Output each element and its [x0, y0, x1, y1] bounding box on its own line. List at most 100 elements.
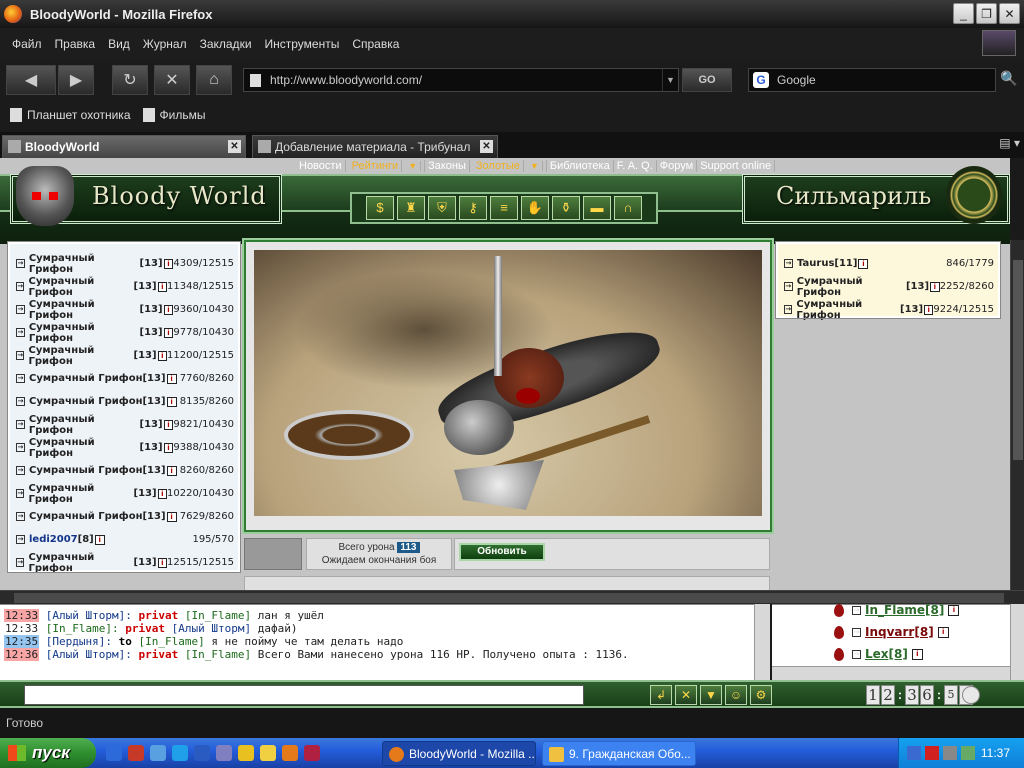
user-name[interactable]: In_Flame[8]	[865, 603, 944, 617]
chat-recipient[interactable]: [In_Flame]	[185, 609, 251, 622]
arrow-icon[interactable]: →	[16, 489, 25, 498]
fighter-name[interactable]: Сумрачный Грифон	[29, 414, 140, 436]
arrow-icon[interactable]: →	[16, 374, 25, 383]
stopwatch-icon[interactable]	[962, 686, 980, 704]
arrow-icon[interactable]: →	[16, 282, 25, 291]
potion-icon[interactable]: ⚱	[552, 196, 580, 220]
search-icon[interactable]: 🔍	[1000, 70, 1018, 88]
filter-icon[interactable]: ▼	[700, 685, 722, 705]
bookmark-item[interactable]: Фильмы	[142, 108, 205, 122]
info-icon[interactable]: i	[948, 604, 960, 616]
nav-news[interactable]: Новости	[296, 160, 346, 172]
search-input[interactable]: G Google	[748, 68, 996, 92]
save-icon[interactable]	[304, 745, 320, 761]
close-tab-icon[interactable]: ✕	[480, 140, 493, 153]
scroll-icon[interactable]: ≡	[490, 196, 518, 220]
site-logo[interactable]: Bloody World	[92, 182, 267, 210]
fighter-row[interactable]: → Сумрачный Грифон [13] i 7760/8260	[10, 367, 238, 390]
url-dropdown-icon[interactable]: ▼	[662, 69, 678, 91]
fighter-row[interactable]: → Сумрачный Грифон [13] i 2252/8260	[778, 275, 998, 298]
info-icon[interactable]: i	[911, 648, 923, 660]
stop-button[interactable]: ✕	[154, 65, 190, 95]
info-icon[interactable]: i	[930, 281, 940, 292]
fighter-row[interactable]: → Сумрачный Грифон [13] i 9778/10430	[10, 321, 238, 344]
start-button[interactable]: пуск	[0, 738, 96, 768]
chat-sender[interactable]: [In_Flame]:	[46, 622, 119, 635]
smiley-icon[interactable]: ☺	[725, 685, 747, 705]
media-icon[interactable]	[128, 745, 144, 761]
fighter-name[interactable]: Сумрачный Грифон	[28, 345, 133, 367]
chat-sender[interactable]: [Алый Шторм]:	[46, 609, 132, 622]
word-icon[interactable]	[194, 745, 210, 761]
arrow-icon[interactable]: →	[784, 259, 793, 268]
go-button[interactable]: GO	[682, 68, 732, 92]
back-button[interactable]: ◀	[6, 65, 56, 95]
fighter-name[interactable]: Сумрачный Грифон	[29, 465, 142, 476]
fighter-name[interactable]: Сумрачный Грифон	[797, 276, 906, 298]
fighter-row[interactable]: → ledi2007 [8] i 195/570	[10, 528, 238, 551]
page-vertical-scrollbar[interactable]	[1010, 240, 1024, 604]
chat-sender[interactable]: [Пердыня]:	[46, 635, 112, 648]
shield-icon[interactable]: ⛨	[428, 196, 456, 220]
tab-bloodyworld[interactable]: BloodyWorld ✕	[2, 135, 246, 158]
info-icon[interactable]: i	[166, 511, 177, 522]
home-button[interactable]: ⌂	[196, 65, 232, 95]
url-bar[interactable]: http://www.bloodyworld.com/ ▼	[243, 68, 679, 92]
arrow-icon[interactable]: →	[16, 328, 25, 337]
maximize-button[interactable]: ❐	[976, 3, 997, 24]
chat-recipient[interactable]: [In_Flame]	[185, 648, 251, 661]
scroll-thumb[interactable]	[1013, 260, 1023, 460]
chat-time[interactable]: 12:35	[4, 635, 40, 648]
nav-gold[interactable]: Золотые ▼	[470, 160, 547, 172]
gate-icon[interactable]: ∩	[614, 196, 642, 220]
fighter-name[interactable]: Сумрачный Грифон	[29, 373, 142, 384]
arrow-icon[interactable]: →	[784, 282, 793, 291]
info-icon[interactable]: i	[157, 350, 167, 361]
arrow-icon[interactable]: →	[16, 351, 25, 360]
arrow-icon[interactable]: →	[16, 558, 25, 567]
users-horizontal-scrollbar[interactable]	[772, 666, 1010, 680]
chest-icon[interactable]: ▬	[583, 196, 611, 220]
chat-recipient[interactable]: [In_Flame]	[138, 635, 204, 648]
armor-icon[interactable]: ♜	[397, 196, 425, 220]
hand-icon[interactable]: ✋	[521, 196, 549, 220]
taskbar-item-document[interactable]: 9. Гражданская Обо...	[542, 741, 696, 766]
arrow-icon[interactable]: →	[16, 443, 25, 452]
menu-edit[interactable]: Правка	[55, 37, 96, 51]
refresh-button[interactable]: Обновить	[459, 543, 545, 561]
nav-forum[interactable]: Форум	[657, 160, 698, 172]
arrow-icon[interactable]: →	[852, 649, 861, 659]
clear-icon[interactable]: ✕	[675, 685, 697, 705]
menu-history[interactable]: Журнал	[143, 37, 187, 51]
settings-icon[interactable]: ⚙	[750, 685, 772, 705]
user-row[interactable]: → In_Flame[8] i	[772, 599, 1024, 621]
chat-time[interactable]: 12:33	[4, 622, 39, 635]
info-icon[interactable]: i	[163, 258, 174, 269]
fighter-row[interactable]: → Сумрачный Грифон [13] i 9821/10430	[10, 413, 238, 436]
info-icon[interactable]: i	[163, 419, 174, 430]
fighter-name[interactable]: Сумрачный Грифон	[29, 322, 140, 344]
chat-scrollbar[interactable]	[754, 604, 770, 680]
nav-laws[interactable]: Законы	[425, 160, 470, 172]
menu-help[interactable]: Справка	[352, 37, 399, 51]
settings-icon[interactable]	[943, 746, 957, 760]
info-icon[interactable]: i	[858, 258, 869, 269]
chat-time[interactable]: 12:36	[4, 648, 40, 661]
nav-faq[interactable]: F. A. Q.	[614, 160, 657, 172]
fighter-row[interactable]: → Сумрачный Грифон [13] i 8260/8260	[10, 459, 238, 482]
minimize-button[interactable]: _	[953, 3, 974, 24]
menu-view[interactable]: Вид	[108, 37, 130, 51]
forward-button[interactable]: ▶	[58, 65, 94, 95]
menu-file[interactable]: Файл	[12, 37, 42, 51]
info-icon[interactable]: i	[937, 626, 949, 638]
fighter-row[interactable]: → Сумрачный Грифон [13] i 8135/8260	[10, 390, 238, 413]
user-name[interactable]: Inqvarr[8]	[865, 625, 934, 639]
users-vertical-scrollbar[interactable]	[1010, 604, 1024, 680]
tab-tribunal[interactable]: Добавление материала - Трибунал ✕	[252, 135, 498, 158]
chat-sender[interactable]: [Алый Шторм]:	[46, 648, 132, 661]
fighter-row[interactable]: → Сумрачный Грифон [13] i 9224/12515	[778, 298, 998, 321]
info-icon[interactable]: i	[157, 557, 167, 568]
info-icon[interactable]: i	[157, 281, 167, 292]
arrow-icon[interactable]: →	[16, 259, 25, 268]
arrow-icon[interactable]: →	[16, 420, 25, 429]
